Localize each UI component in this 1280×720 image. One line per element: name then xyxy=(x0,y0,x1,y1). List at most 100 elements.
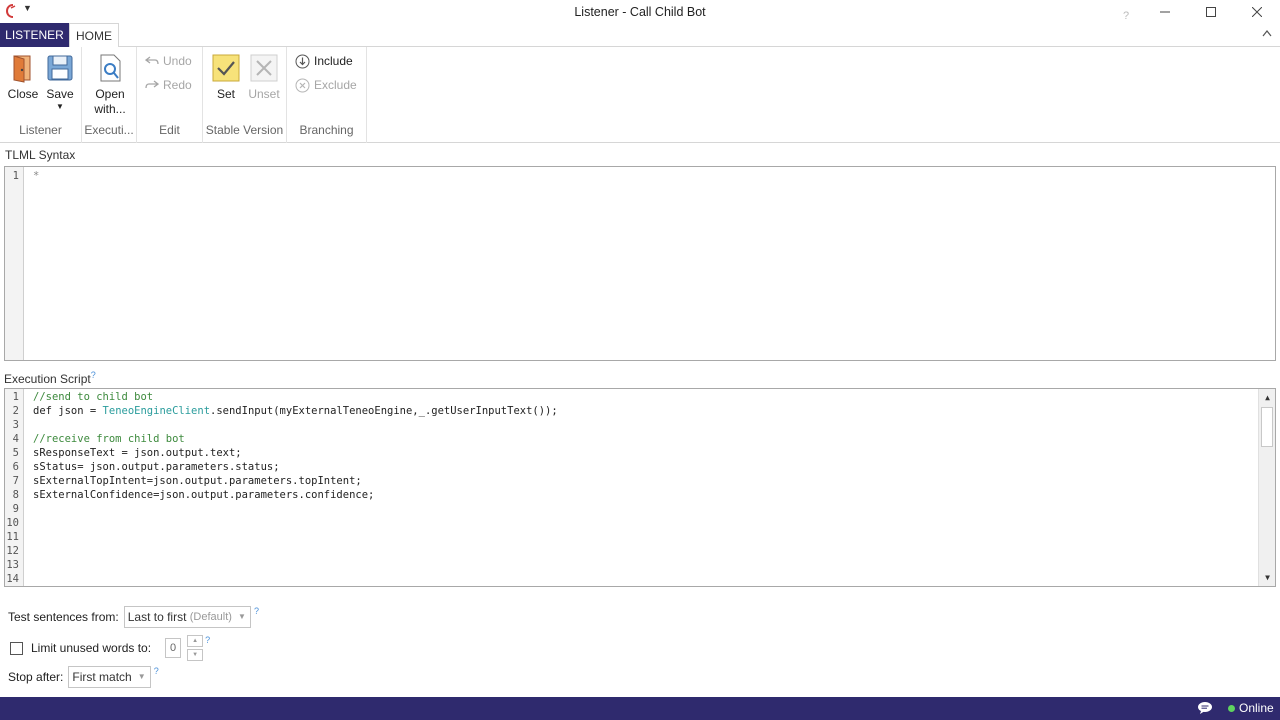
undo-button[interactable]: Undo xyxy=(145,52,192,70)
code-type-token: TeneoEngineClient xyxy=(102,405,211,417)
line-number: 3 xyxy=(12,419,19,431)
set-label: Set xyxy=(216,87,235,101)
test-sentences-row: Test sentences from: Last to first (Defa… xyxy=(8,606,259,628)
code-token: def json = xyxy=(33,405,103,417)
status-bar: Online xyxy=(0,697,1280,720)
test-sentences-label: Test sentences from: xyxy=(8,610,119,624)
ribbon: Close Save ▼ Listener Open with... Execu… xyxy=(0,47,1280,143)
tab-listener[interactable]: LISTENER xyxy=(0,23,69,47)
script-code-area[interactable]: //send to child bot def json = TeneoEngin… xyxy=(33,390,1257,586)
line-number: 7 xyxy=(12,475,19,487)
execution-script-label: Execution Script? xyxy=(4,370,96,386)
tlml-editor[interactable]: 1 * xyxy=(4,166,1276,361)
limit-unused-stepper[interactable]: ▲ ▼ xyxy=(187,635,204,661)
stepper-up-icon[interactable]: ▲ xyxy=(187,635,204,647)
test-sentences-default: (Default) xyxy=(189,611,232,623)
execution-script-editor[interactable]: 1 2 3 4 5 6 7 8 9 10 11 12 13 14 //send to child bot d… xyxy=(4,388,1276,587)
execution-script-help-icon[interactable]: ? xyxy=(91,370,96,380)
chat-bubble-icon[interactable] xyxy=(1197,701,1213,715)
line-number: 9 xyxy=(12,503,19,515)
line-number: 11 xyxy=(6,531,19,543)
test-sentences-value: Last to first xyxy=(127,610,187,624)
limit-unused-help-icon[interactable]: ? xyxy=(205,635,210,645)
code-line: * xyxy=(33,170,40,182)
save-label: Save xyxy=(46,87,74,101)
open-with-label-2: with... xyxy=(94,102,126,116)
code-line: sExternalConfidence=json.output.paramete… xyxy=(33,489,375,501)
include-arrow-icon xyxy=(295,54,310,68)
line-number: 1 xyxy=(12,391,19,403)
stepper-down-icon[interactable]: ▼ xyxy=(187,649,204,661)
save-dropdown-icon[interactable]: ▼ xyxy=(44,102,76,112)
set-button[interactable]: Set xyxy=(211,53,241,102)
exclude-button[interactable]: Exclude xyxy=(295,76,357,94)
test-sentences-dropdown[interactable]: Last to first (Default) ▼ xyxy=(123,606,251,628)
line-number: 1 xyxy=(12,170,19,182)
close-button[interactable]: Close xyxy=(6,53,40,102)
undo-icon xyxy=(145,56,159,65)
stop-after-dropdown[interactable]: First match ▼ xyxy=(68,666,151,688)
scroll-up-icon[interactable]: ▲ xyxy=(1259,389,1276,406)
minimize-icon xyxy=(1160,11,1170,13)
code-token: .sendInput(myExternalTeneoEngine,_.getUs… xyxy=(210,405,558,417)
code-line: sResponseText = json.output.text; xyxy=(33,447,242,459)
limit-unused-row: Limit unused words to: 0 ▲ ▼ ? xyxy=(8,635,210,661)
unset-label: Unset xyxy=(248,87,280,101)
script-gutter: 1 2 3 4 5 6 7 8 9 10 11 12 13 14 xyxy=(5,389,24,586)
redo-icon xyxy=(145,80,159,89)
collapse-ribbon-icon[interactable] xyxy=(1262,28,1272,40)
scroll-down-icon[interactable]: ▼ xyxy=(1259,569,1276,586)
code-line: sStatus= json.output.parameters.status; xyxy=(33,461,280,473)
code-line: def json = TeneoEngineClient.sendInput(m… xyxy=(33,404,1257,418)
group-execution: Open with... Executi... xyxy=(82,47,137,143)
limit-unused-label: Limit unused words to: xyxy=(31,641,152,655)
code-line: //send to child bot xyxy=(33,391,154,403)
floppy-disk-icon xyxy=(47,55,73,81)
execution-script-title: Execution Script xyxy=(4,372,91,386)
exclude-icon xyxy=(295,78,310,92)
minimize-button[interactable] xyxy=(1142,0,1188,24)
line-number: 14 xyxy=(6,573,19,585)
document-search-icon xyxy=(100,54,121,82)
open-with-button[interactable]: Open with... xyxy=(90,53,130,117)
redo-button[interactable]: Redo xyxy=(145,76,192,94)
group-label-branching: Branching xyxy=(299,123,354,137)
include-button[interactable]: Include xyxy=(295,52,353,70)
tlml-gutter: 1 xyxy=(5,167,24,360)
close-icon xyxy=(1252,7,1262,17)
line-number: 12 xyxy=(6,545,19,557)
test-sentences-help-icon[interactable]: ? xyxy=(254,606,259,616)
line-number: 4 xyxy=(12,433,19,445)
undo-label: Undo xyxy=(163,54,192,68)
include-label: Include xyxy=(314,54,353,68)
online-status-icon xyxy=(1228,705,1235,712)
limit-unused-input[interactable]: 0 xyxy=(165,638,182,658)
maximize-icon xyxy=(1206,7,1216,17)
limit-unused-checkbox[interactable] xyxy=(10,641,23,655)
group-label-listener: Listener xyxy=(19,123,62,137)
stop-after-row: Stop after: First match ▼ ? xyxy=(8,666,159,688)
close-window-button[interactable] xyxy=(1234,0,1280,24)
script-vertical-scrollbar[interactable]: ▲ ▼ xyxy=(1258,389,1275,586)
line-number: 13 xyxy=(6,559,19,571)
close-label: Close xyxy=(7,87,39,101)
line-number: 10 xyxy=(6,517,19,529)
save-button[interactable]: Save ▼ xyxy=(44,53,76,112)
title-bar: ▼ Listener - Call Child Bot ? xyxy=(0,0,1280,24)
group-stable-version: Set Unset Stable Version xyxy=(203,47,287,143)
tlml-code-area[interactable]: * xyxy=(33,169,1257,360)
scrollbar-thumb[interactable] xyxy=(1261,407,1273,447)
maximize-button[interactable] xyxy=(1188,0,1234,24)
unset-button[interactable]: Unset xyxy=(247,53,281,102)
online-status-label: Online xyxy=(1239,701,1274,715)
tab-home[interactable]: HOME xyxy=(69,23,119,48)
code-line: //receive from child bot xyxy=(33,433,185,445)
ribbon-tabs: LISTENER HOME xyxy=(0,23,1280,48)
stop-after-help-icon[interactable]: ? xyxy=(154,666,159,676)
